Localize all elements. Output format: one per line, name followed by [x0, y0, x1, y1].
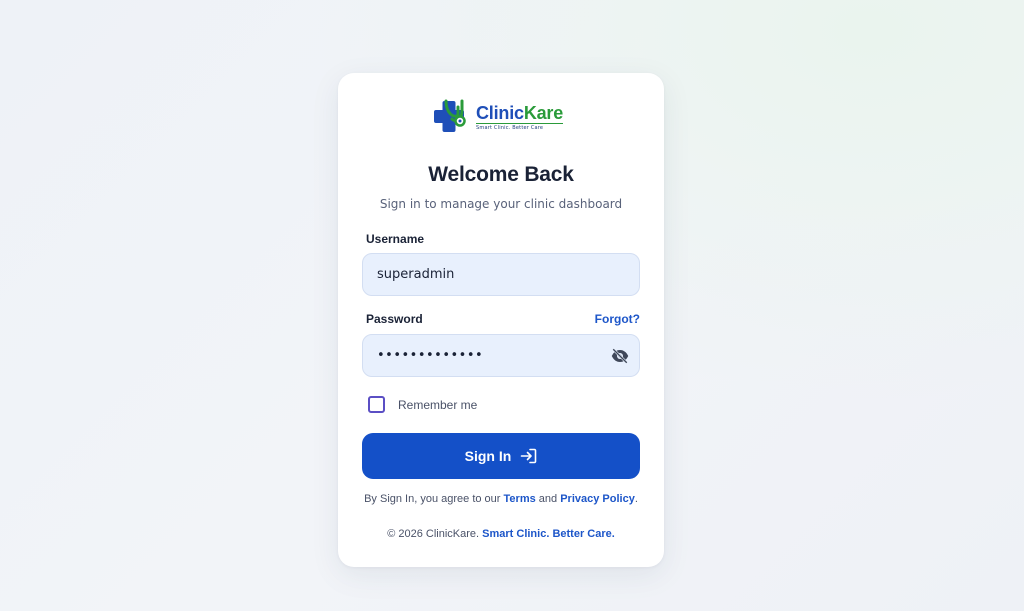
terms-prefix: By Sign In, you agree to our	[364, 493, 501, 505]
eye-off-icon[interactable]	[611, 348, 629, 364]
page-title: Welcome Back	[428, 163, 574, 186]
login-arrow-icon	[521, 448, 537, 464]
brand-name-part1: Clinic	[476, 103, 524, 123]
username-input[interactable]	[377, 267, 625, 282]
sign-in-button[interactable]: Sign In	[362, 433, 640, 479]
page-subtitle: Sign in to manage your clinic dashboard	[379, 197, 623, 211]
brand-name: ClinicKare	[476, 103, 563, 123]
medical-cross-stethoscope-icon	[434, 99, 466, 132]
brand-wordmark: ClinicKare Smart Clinic. Better Care	[476, 103, 563, 131]
username-field-wrapper	[362, 253, 640, 296]
username-label: Username	[366, 232, 425, 246]
password-field-wrapper	[362, 334, 640, 377]
remember-me-checkbox[interactable]	[368, 396, 385, 413]
copyright-text: © 2026 ClinicKare.	[387, 528, 480, 540]
password-label: Password	[366, 312, 423, 326]
remember-me-row: Remember me	[368, 396, 477, 413]
brand-tagline: Smart Clinic. Better Care	[476, 123, 564, 131]
terms-suffix: .	[634, 493, 638, 505]
privacy-policy-link[interactable]: Privacy Policy	[560, 493, 635, 505]
footer-slogan-link[interactable]: Smart Clinic. Better Care.	[482, 528, 615, 540]
terms-and: and	[538, 493, 558, 505]
sign-in-label: Sign In	[464, 448, 512, 464]
remember-me-label[interactable]: Remember me	[398, 398, 477, 412]
brand-logo: ClinicKare Smart Clinic. Better Care	[432, 97, 572, 137]
password-input[interactable]	[377, 348, 625, 363]
login-card: ClinicKare Smart Clinic. Better Care Wel…	[338, 73, 664, 567]
terms-agreement: By Sign In, you agree to our Terms and P…	[338, 493, 664, 505]
brand-name-part2: Kare	[523, 103, 564, 123]
terms-link[interactable]: Terms	[504, 493, 536, 505]
forgot-password-link[interactable]: Forgot?	[595, 312, 640, 326]
footer: © 2026 ClinicKare. Smart Clinic. Better …	[338, 528, 664, 540]
